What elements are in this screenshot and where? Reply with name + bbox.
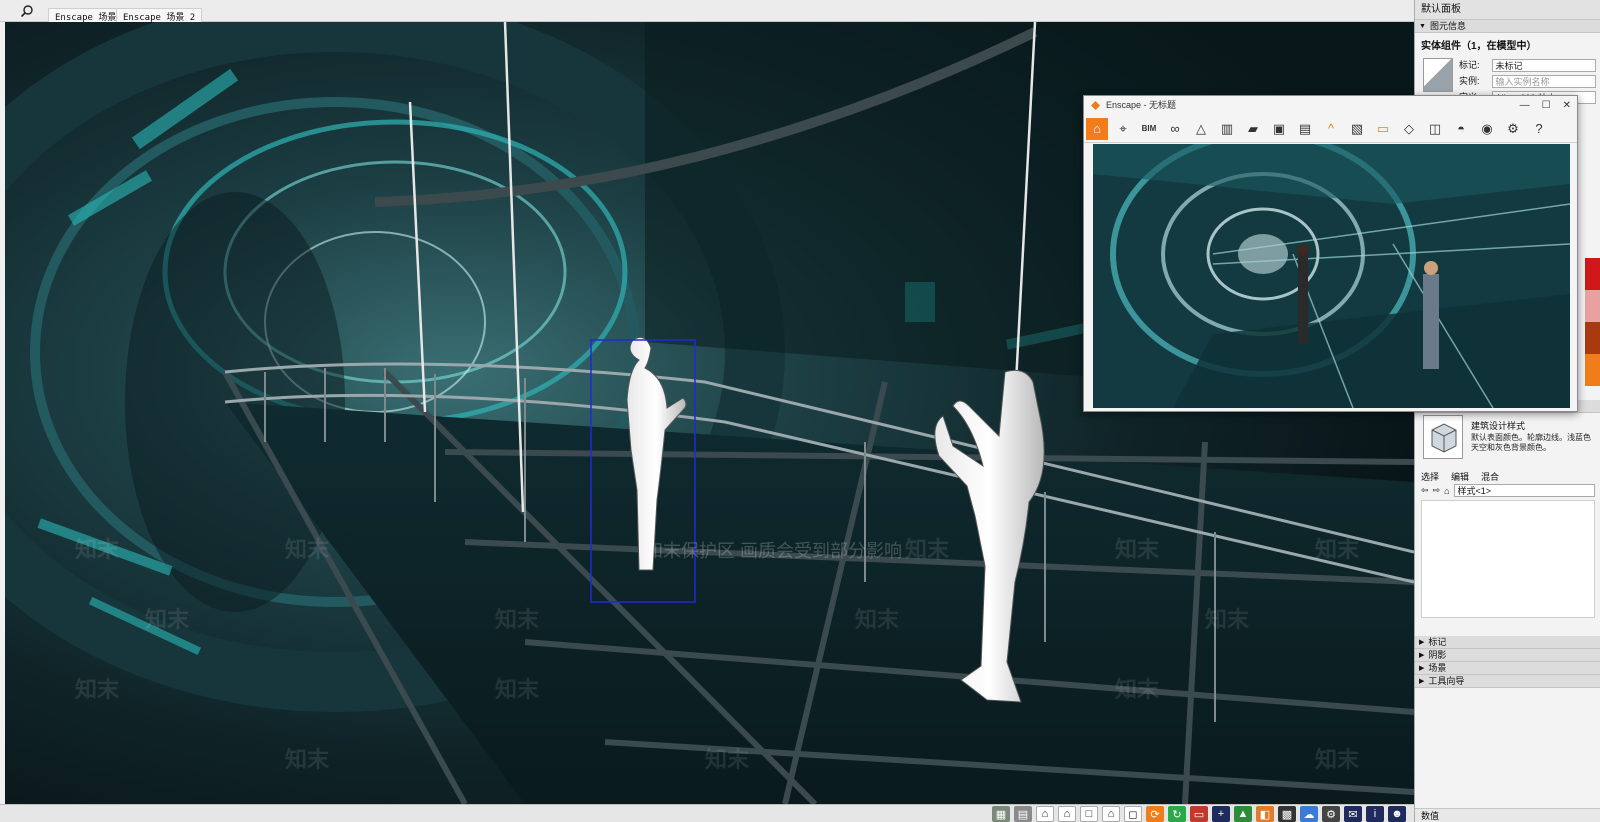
screenshot-icon[interactable]: ▣ — [1268, 118, 1290, 140]
vr-headset-icon[interactable]: ◓ — [1450, 118, 1472, 140]
color-swatches — [1585, 258, 1600, 386]
swatch-pink[interactable] — [1585, 290, 1600, 322]
user-icon[interactable]: ☻ — [1388, 806, 1406, 822]
batch-render-icon[interactable]: ▤ — [1294, 118, 1316, 140]
expand-triangle-icon: ▶ — [1419, 677, 1425, 685]
swatch-brown[interactable] — [1585, 322, 1600, 354]
expand-triangle-icon: ▶ — [1419, 638, 1425, 646]
tag-field: 标记: 未标记 — [1459, 58, 1596, 73]
settings-icon[interactable]: ⚙ — [1322, 806, 1340, 822]
capture-icon[interactable]: ▭ — [1190, 806, 1208, 822]
collapsed-panels: ▶ 标记 ▶ 阴影 ▶ 场景 ▶ 工具向导 — [1415, 636, 1600, 688]
add-icon[interactable]: + — [1212, 806, 1230, 822]
eye-icon[interactable]: ◉ — [1476, 118, 1498, 140]
swatch-red[interactable] — [1585, 258, 1600, 290]
video-editor-icon[interactable]: ▰ — [1242, 118, 1264, 140]
material-icon[interactable]: ◧ — [1256, 806, 1274, 822]
checker-icon[interactable]: ▩ — [1278, 806, 1296, 822]
sync-icon[interactable]: ↻ — [1168, 806, 1186, 822]
style-thumbnail-icon — [1423, 415, 1463, 459]
map-icon[interactable]: ▧ — [1346, 118, 1368, 140]
gear-icon[interactable]: ⚙ — [1502, 118, 1524, 140]
book-icon[interactable]: ◫ — [1424, 118, 1446, 140]
enscape-window: Enscape - 无标题 — ☐ ✕ ⌂ ⌖ BIM ∞ △ ▥ ▰ ▣ ▤ … — [1083, 95, 1578, 412]
style-select-row: ⇦ ⇨ ⌂ 样式<1> — [1421, 484, 1595, 497]
asset-library-icon[interactable]: ▥ — [1216, 118, 1238, 140]
panel-shadows[interactable]: ▶ 阴影 — [1415, 649, 1600, 662]
building-icon[interactable]: ⌂ — [1058, 806, 1076, 822]
home-icon[interactable]: ⌂ — [1086, 117, 1108, 140]
style-description: 默认表面颜色。轮廓边线。浅蓝色天空和灰色背景颜色。 — [1471, 433, 1591, 452]
enscape-titlebar[interactable]: Enscape - 无标题 — ☐ ✕ — [1084, 96, 1577, 115]
enscape-render-view[interactable] — [1093, 144, 1570, 408]
tab-mix[interactable]: 混合 — [1481, 470, 1499, 483]
enscape-logo-icon — [1091, 101, 1100, 110]
bim-icon[interactable]: BIM — [1138, 118, 1160, 140]
collapse-triangle-icon: ▼ — [1419, 22, 1426, 30]
render-image — [1093, 144, 1570, 408]
tag-select[interactable]: 未标记 — [1491, 59, 1596, 73]
upload-icon[interactable]: ☁ — [1300, 806, 1318, 822]
cube-icon[interactable]: ◻ — [1124, 806, 1142, 822]
mail-icon[interactable]: ✉ — [1344, 806, 1362, 822]
box-icon[interactable]: ◇ — [1398, 118, 1420, 140]
panel-scenes[interactable]: ▶ 场景 — [1415, 662, 1600, 675]
info-icon[interactable]: i — [1366, 806, 1384, 822]
entity-info-title: 实体组件（1，在模型中） — [1421, 41, 1537, 52]
tray-title: 默认面板 — [1415, 0, 1600, 20]
home-icon[interactable]: ⌂ — [1102, 806, 1120, 822]
component-icon[interactable]: ▤ — [1014, 806, 1032, 822]
help-icon[interactable]: ? — [1528, 118, 1550, 140]
component-thumbnail — [1423, 58, 1453, 92]
location-icon[interactable]: ⌖ — [1112, 118, 1134, 140]
tab-select[interactable]: 选择 — [1421, 470, 1439, 483]
home-icon[interactable]: ⌂ — [1444, 486, 1449, 496]
panel-tags[interactable]: ▶ 标记 — [1415, 636, 1600, 649]
style-name: 建筑设计样式 — [1471, 421, 1526, 431]
minimize-icon[interactable]: — — [1520, 96, 1530, 115]
sketchup-app: Enscape 场景 1 Enscape 场景 2 知末保护区 画质会受到部分影… — [0, 0, 1600, 822]
tab-edit[interactable]: 编辑 — [1451, 470, 1469, 483]
panel-instructor[interactable]: ▶ 工具向导 — [1415, 675, 1600, 688]
warehouse-icon[interactable]: ▦ — [992, 806, 1010, 822]
expand-triangle-icon: ▶ — [1419, 651, 1425, 659]
panorama-icon[interactable]: ▭ — [1372, 118, 1394, 140]
tab-scene-2[interactable]: Enscape 场景 2 — [116, 8, 203, 23]
instance-name-input[interactable]: 输入实例名称 — [1491, 75, 1596, 89]
swatch-orange[interactable] — [1585, 354, 1600, 386]
enscape-toolbar: ⌂ ⌖ BIM ∞ △ ▥ ▰ ▣ ▤ ^ ▧ ▭ ◇ ◫ ◓ ◉ ⚙ ? — [1084, 115, 1577, 143]
style-preview: 建筑设计样式 默认表面颜色。轮廓边线。浅蓝色天空和灰色背景颜色。 — [1423, 415, 1593, 465]
expand-triangle-icon: ▶ — [1419, 664, 1425, 672]
style-list[interactable] — [1421, 500, 1595, 618]
tree-icon[interactable]: ▲ — [1234, 806, 1252, 822]
enscape-start-icon[interactable]: ⟳ — [1146, 806, 1164, 822]
house-icon[interactable]: ⌂ — [1036, 806, 1054, 822]
maximize-icon[interactable]: ☐ — [1542, 96, 1551, 115]
close-icon[interactable]: ✕ — [1563, 96, 1571, 115]
back-arrow-icon[interactable]: ⇦ — [1421, 485, 1429, 496]
atmosphere-icon[interactable]: △ — [1190, 118, 1212, 140]
scene-tab-strip: Enscape 场景 1 Enscape 场景 2 — [0, 0, 1414, 23]
measurements-box[interactable]: 数值 — [1415, 808, 1600, 822]
instance-field: 实例: 输入实例名称 — [1459, 74, 1596, 89]
search-icon[interactable] — [20, 4, 34, 18]
entity-info-header[interactable]: ▼ 图元信息 — [1415, 20, 1600, 33]
chevron-up-icon[interactable]: ^ — [1320, 118, 1342, 140]
bottom-toolbar: ▦ ▤ ⌂ ⌂ □ ⌂ ◻ ⟳ ↻ ▭ + ▲ ◧ ▩ ☁ ⚙ ✉ i ☻ — [0, 804, 1414, 822]
forward-arrow-icon[interactable]: ⇨ — [1433, 485, 1441, 496]
style-tabs: 选择 编辑 混合 — [1421, 470, 1499, 483]
box-icon[interactable]: □ — [1080, 806, 1098, 822]
style-select[interactable]: 样式<1> — [1453, 484, 1595, 497]
binoculars-icon[interactable]: ∞ — [1164, 118, 1186, 140]
